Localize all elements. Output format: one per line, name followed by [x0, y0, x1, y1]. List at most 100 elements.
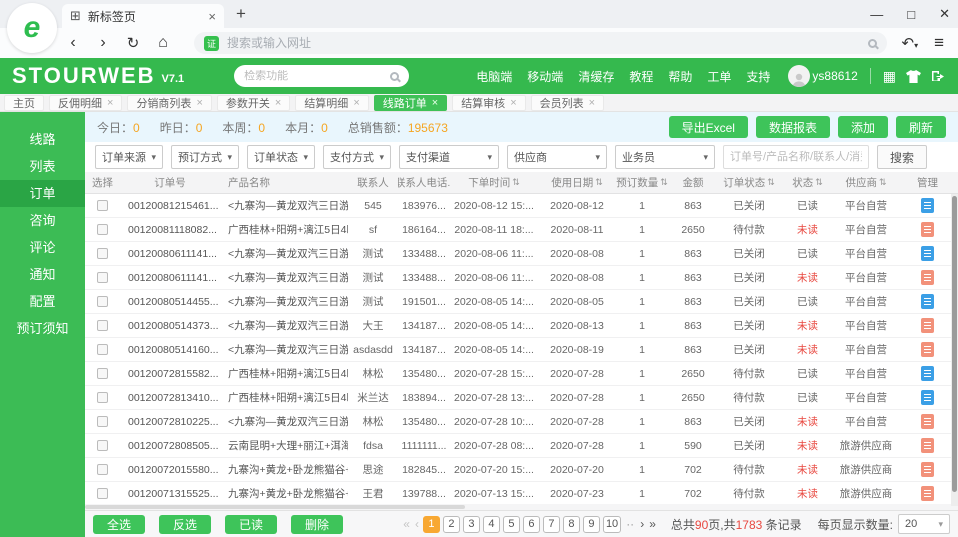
app-tab-1[interactable]: 反佣明细×: [49, 95, 122, 111]
sidebar-item-1[interactable]: 列表: [0, 153, 85, 180]
filter-select-4[interactable]: 支付渠道▾: [399, 145, 499, 169]
row-checkbox[interactable]: [97, 320, 108, 331]
browser-logo-icon[interactable]: e: [7, 3, 57, 53]
sidebar-item-6[interactable]: 配置: [0, 288, 85, 315]
avatar[interactable]: [788, 65, 810, 87]
prev-page-icon[interactable]: ‹: [414, 517, 420, 531]
home-button[interactable]: ⌂: [150, 34, 176, 52]
app-tab-5[interactable]: 线路订单×: [374, 95, 447, 111]
filter-select-1[interactable]: 预订方式▾: [171, 145, 239, 169]
doc-icon[interactable]: [921, 318, 934, 333]
action-button-1[interactable]: 数据报表: [756, 116, 830, 138]
row-checkbox[interactable]: [97, 296, 108, 307]
doc-icon[interactable]: [921, 366, 934, 381]
doc-icon[interactable]: [921, 414, 934, 429]
tab-close-icon[interactable]: ×: [510, 97, 516, 109]
footer-button-0[interactable]: 全选: [93, 515, 145, 534]
scrollbar-thumb[interactable]: [85, 505, 465, 509]
page-button-3[interactable]: 3: [463, 516, 480, 533]
minimize-button[interactable]: —: [870, 7, 883, 22]
qr-code-icon[interactable]: ▦: [883, 68, 896, 85]
filter-select-3[interactable]: 支付方式▾: [323, 145, 391, 169]
row-checkbox[interactable]: [97, 416, 108, 427]
page-button-2[interactable]: 2: [443, 516, 460, 533]
doc-icon[interactable]: [921, 390, 934, 405]
sidebar-item-4[interactable]: 评论: [0, 234, 85, 261]
browser-tab[interactable]: ⊞ 新标签页 ×: [62, 4, 224, 28]
app-tab-7[interactable]: 会员列表×: [531, 95, 604, 111]
doc-icon[interactable]: [921, 462, 934, 477]
footer-button-1[interactable]: 反选: [159, 515, 211, 534]
footer-button-3[interactable]: 删除: [291, 515, 343, 534]
row-checkbox[interactable]: [97, 248, 108, 259]
logout-icon[interactable]: [931, 70, 946, 83]
row-checkbox[interactable]: [97, 368, 108, 379]
first-page-icon[interactable]: «: [402, 517, 411, 531]
header-link-6[interactable]: 支持: [746, 68, 770, 85]
col-header-6[interactable]: 使用日期⇅: [538, 175, 616, 190]
doc-icon[interactable]: [921, 198, 934, 213]
action-button-3[interactable]: 刷新: [896, 116, 946, 138]
page-button-9[interactable]: 9: [583, 516, 600, 533]
row-checkbox[interactable]: [97, 272, 108, 283]
forward-button[interactable]: ›: [90, 34, 116, 52]
sidebar-item-7[interactable]: 预订须知: [0, 315, 85, 342]
search-icon[interactable]: [868, 39, 877, 48]
address-bar[interactable]: 证: [194, 32, 887, 54]
next-page-icon[interactable]: ›: [639, 517, 645, 531]
app-tab-3[interactable]: 参数开关×: [217, 95, 290, 111]
row-checkbox[interactable]: [97, 344, 108, 355]
horizontal-scrollbar[interactable]: [85, 504, 958, 510]
sidebar-item-3[interactable]: 咨询: [0, 207, 85, 234]
search-button[interactable]: 搜索: [877, 145, 927, 169]
scrollbar-thumb[interactable]: [952, 196, 957, 492]
filter-select-6[interactable]: 业务员▾: [615, 145, 715, 169]
header-link-5[interactable]: 工单: [707, 68, 731, 85]
tab-close-icon[interactable]: ×: [589, 97, 595, 109]
sidebar-item-5[interactable]: 通知: [0, 261, 85, 288]
app-tab-2[interactable]: 分销商列表×: [127, 95, 211, 111]
header-link-3[interactable]: 教程: [629, 68, 653, 85]
reload-button[interactable]: ↻: [120, 34, 146, 52]
page-button-8[interactable]: 8: [563, 516, 580, 533]
page-size-select[interactable]: 20▾: [898, 514, 950, 534]
col-header-10[interactable]: 状态⇅: [780, 175, 835, 190]
close-button[interactable]: ✕: [939, 6, 950, 22]
address-input[interactable]: [227, 36, 860, 50]
col-header-11[interactable]: 供应商⇅: [835, 175, 897, 190]
col-header-7[interactable]: 预订数量⇅: [616, 175, 668, 190]
row-checkbox[interactable]: [97, 488, 108, 499]
function-search-input[interactable]: [244, 70, 390, 82]
action-button-2[interactable]: 添加: [838, 116, 888, 138]
order-search-input[interactable]: [723, 145, 869, 169]
app-tab-4[interactable]: 结算明细×: [295, 95, 368, 111]
header-link-1[interactable]: 移动端: [527, 68, 563, 85]
last-page-icon[interactable]: »: [648, 517, 657, 531]
app-tab-0[interactable]: 主页: [4, 95, 44, 111]
doc-icon[interactable]: [921, 270, 934, 285]
sidebar-item-0[interactable]: 线路: [0, 126, 85, 153]
app-tab-6[interactable]: 结算审核×: [452, 95, 525, 111]
tab-close-icon[interactable]: ×: [353, 97, 359, 109]
row-checkbox[interactable]: [97, 200, 108, 211]
page-button-6[interactable]: 6: [523, 516, 540, 533]
sidebar-item-2[interactable]: 订单: [0, 180, 85, 207]
page-button-10[interactable]: 10: [603, 516, 621, 533]
search-icon[interactable]: [390, 72, 399, 81]
maximize-button[interactable]: □: [907, 7, 915, 22]
doc-icon[interactable]: [921, 438, 934, 453]
filter-select-5[interactable]: 供应商▾: [507, 145, 607, 169]
tab-close-icon[interactable]: ×: [432, 97, 438, 109]
restore-tab-icon[interactable]: ↶▾: [901, 34, 918, 52]
doc-icon[interactable]: [921, 222, 934, 237]
new-tab-button[interactable]: +: [236, 4, 246, 24]
footer-button-2[interactable]: 已读: [225, 515, 277, 534]
header-link-2[interactable]: 清缓存: [578, 68, 614, 85]
filter-select-0[interactable]: 订单来源▾: [95, 145, 163, 169]
browser-menu-icon[interactable]: ≡: [934, 33, 944, 53]
doc-icon[interactable]: [921, 486, 934, 501]
row-checkbox[interactable]: [97, 392, 108, 403]
function-search[interactable]: [234, 65, 409, 87]
doc-icon[interactable]: [921, 246, 934, 261]
page-button-7[interactable]: 7: [543, 516, 560, 533]
